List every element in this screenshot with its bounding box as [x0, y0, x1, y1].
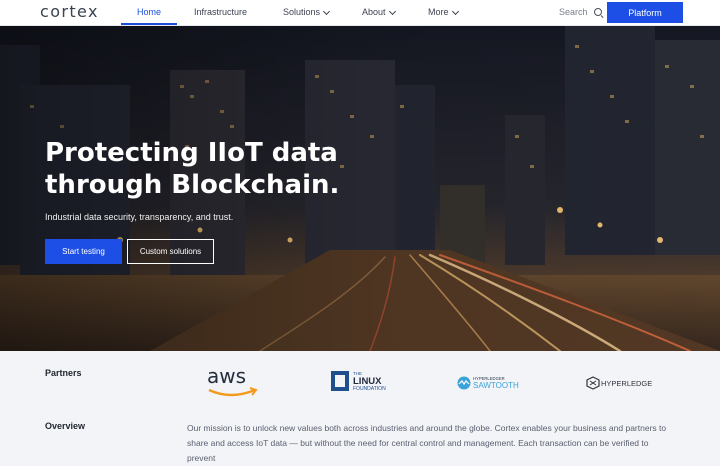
custom-solutions-button[interactable]: Custom solutions [127, 239, 214, 264]
top-nav: cortex Home Infrastructure Solutions Abo… [0, 0, 720, 25]
active-underline [121, 23, 178, 25]
nav-home[interactable]: Home [121, 0, 178, 25]
nav-about-label: About [362, 7, 386, 17]
nav-home-label: Home [137, 7, 162, 17]
platform-button[interactable]: Platform [607, 2, 683, 23]
nav-solutions[interactable]: Solutions [283, 0, 331, 25]
linux-foundation-mark: THE LINUX FOUNDATION [331, 371, 386, 392]
aws-mark: aws [207, 364, 258, 397]
aws-logo[interactable]: aws [205, 364, 261, 400]
hero-banner: Protecting IIoT data through Blockchain.… [0, 25, 720, 351]
svg-text:FOUNDATION: FOUNDATION [353, 386, 386, 392]
svg-text:SAWTOOTH: SAWTOOTH [473, 381, 519, 390]
overview-paragraph: Our mission is to unlock new values both… [187, 423, 667, 463]
nav-more[interactable]: More [428, 0, 459, 25]
nav-about[interactable]: About [362, 0, 396, 25]
search-label: Search [559, 7, 588, 17]
overview-heading: Overview [45, 421, 86, 431]
svg-text:aws: aws [207, 364, 246, 388]
start-testing-button[interactable]: Start testing [45, 239, 122, 264]
chevron-down-icon [388, 7, 396, 15]
hero-title: Protecting IIoT data through Blockchain. [45, 138, 340, 200]
nav-infrastructure[interactable]: Infrastructure [194, 0, 247, 25]
search-icon [593, 8, 604, 19]
chevron-down-icon [451, 7, 459, 15]
hero-subtitle: Industrial data security, transparency, … [45, 212, 234, 222]
svg-text:HYPERLEDGER: HYPERLEDGER [601, 379, 652, 388]
hyperledger-mark: HYPERLEDGER [586, 376, 652, 390]
chevron-down-icon [322, 7, 331, 15]
cortex-logo[interactable]: cortex [40, 3, 99, 21]
nav-infrastructure-label: Infrastructure [194, 7, 248, 17]
nav-solutions-label: Solutions [283, 7, 321, 17]
hyperledger-logo[interactable]: HYPERLEDGER [586, 376, 652, 390]
hyperledger-sawtooth-mark: HYPERLEDGER SAWTOOTH [457, 376, 519, 390]
partners-heading: Partners [45, 368, 82, 378]
nav-more-label: More [428, 7, 449, 17]
hyperledger-sawtooth-logo[interactable]: HYPERLEDGER SAWTOOTH [457, 374, 523, 392]
search-button[interactable]: Search [559, 0, 604, 25]
linux-foundation-logo[interactable]: THE LINUX FOUNDATION [330, 370, 392, 392]
